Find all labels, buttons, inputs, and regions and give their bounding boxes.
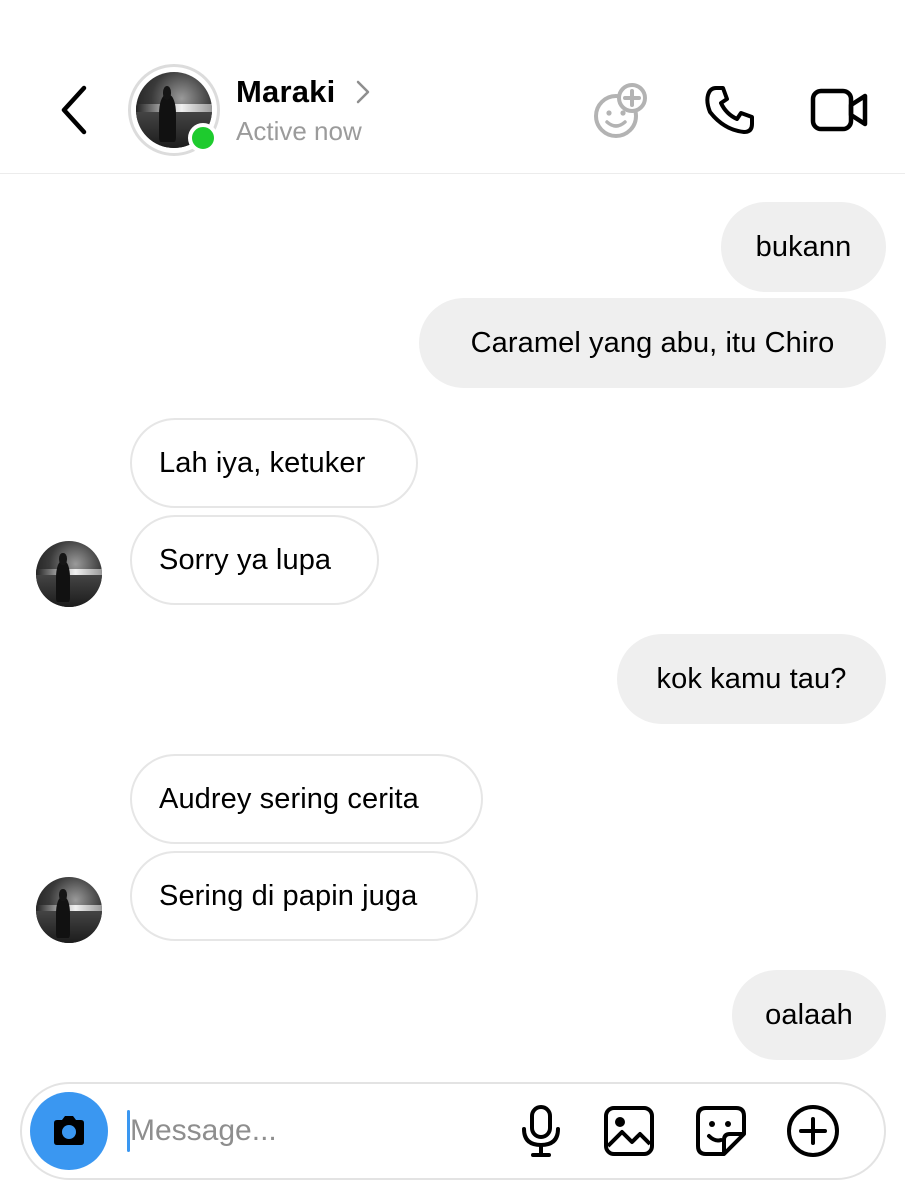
message-text: Sorry ya lupa <box>159 543 332 576</box>
avatar-photo <box>36 541 102 607</box>
message-text: kok kamu tau? <box>656 662 847 695</box>
phone-icon <box>705 86 754 134</box>
avatar-photo <box>36 877 102 943</box>
message-input[interactable] <box>130 1108 490 1154</box>
contact-status: Active now <box>236 116 362 146</box>
gallery-button[interactable] <box>600 1100 658 1162</box>
audio-call-button[interactable] <box>700 80 760 140</box>
message-bubble-outgoing[interactable]: oalaah <box>732 970 886 1060</box>
message-bubble-outgoing[interactable]: bukann <box>721 202 886 292</box>
message-bubble-incoming[interactable]: Sering di papin juga <box>130 851 478 941</box>
voice-message-button[interactable] <box>516 1100 566 1162</box>
more-options-button[interactable] <box>784 1100 842 1162</box>
chevron-right-icon[interactable] <box>352 78 374 106</box>
message-bubble-incoming[interactable]: Lah iya, ketuker <box>130 418 418 508</box>
sender-avatar[interactable] <box>36 877 102 943</box>
back-button[interactable] <box>50 80 98 140</box>
message-bubble-outgoing[interactable]: Caramel yang abu, itu Chiro <box>419 298 886 388</box>
camera-icon <box>54 1116 84 1145</box>
microphone-icon <box>522 1105 560 1157</box>
sender-avatar[interactable] <box>36 541 102 607</box>
camera-button[interactable] <box>30 1092 108 1170</box>
chat-header: Maraki Active now <box>0 0 905 174</box>
message-text: Sering di papin juga <box>159 879 418 912</box>
plus-icon <box>787 1105 839 1157</box>
effects-button[interactable] <box>590 80 654 144</box>
message-bubble-incoming[interactable]: Sorry ya lupa <box>130 515 379 605</box>
message-bubble-incoming[interactable]: Audrey sering cerita <box>130 754 483 844</box>
message-bubble-outgoing[interactable]: kok kamu tau? <box>617 634 886 724</box>
gallery-icon <box>604 1106 654 1156</box>
chevron-left-icon <box>61 85 87 135</box>
video-camera-icon <box>810 88 868 132</box>
online-indicator <box>188 123 218 153</box>
message-text: Audrey sering cerita <box>159 782 419 815</box>
message-text: bukann <box>755 230 852 263</box>
message-text: Lah iya, ketuker <box>159 446 366 479</box>
video-call-button[interactable] <box>808 82 872 138</box>
message-text: Caramel yang abu, itu Chiro <box>470 326 835 359</box>
sticker-button[interactable] <box>692 1100 750 1162</box>
sticker-icon <box>696 1106 746 1156</box>
contact-name[interactable]: Maraki <box>236 74 335 110</box>
message-text: oalaah <box>765 998 853 1031</box>
effects-icon <box>594 83 647 138</box>
